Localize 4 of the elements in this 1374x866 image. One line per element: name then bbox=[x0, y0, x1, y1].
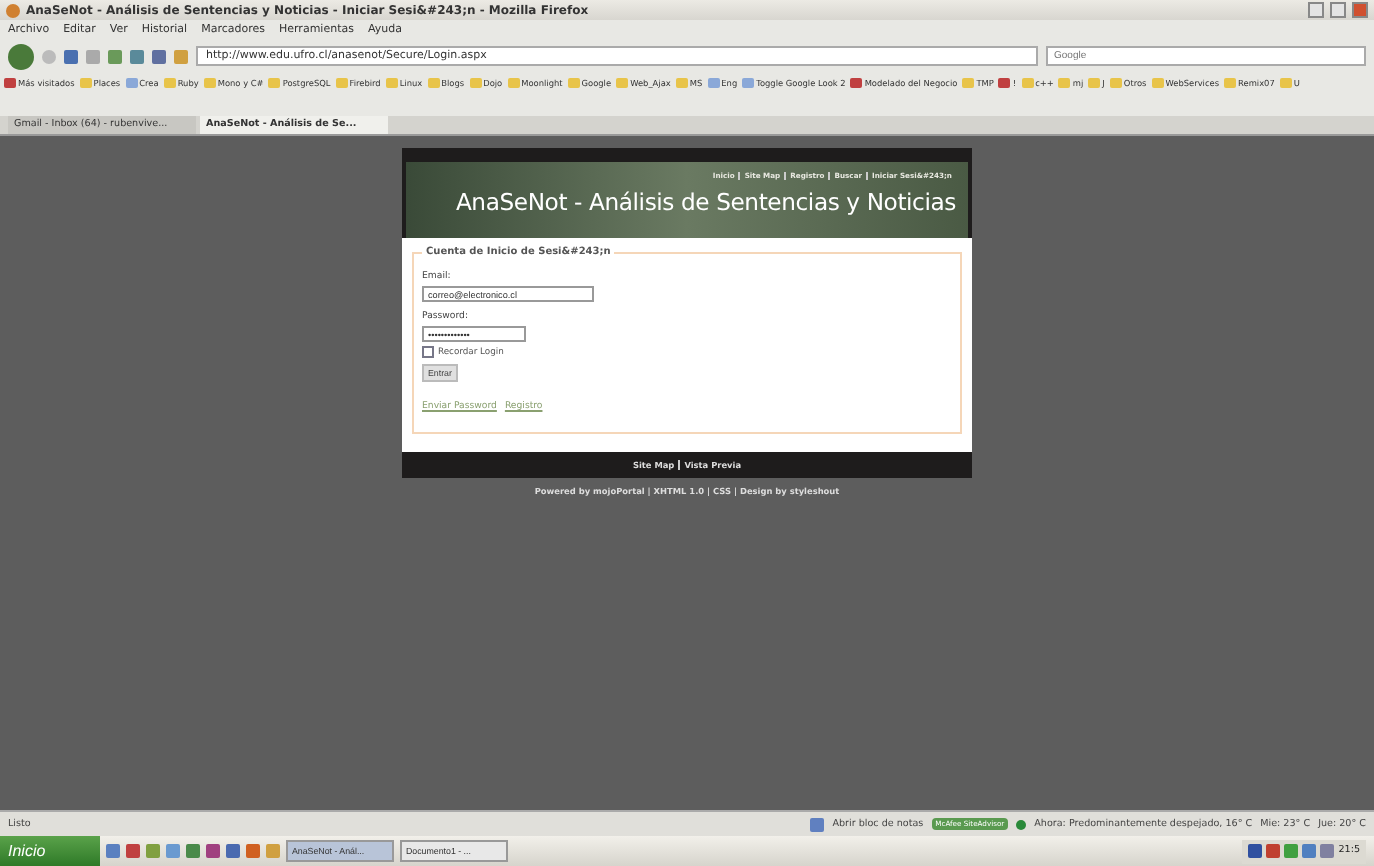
site-title: AnaSeNot - Análisis de Sentencias y Noticias bbox=[455, 188, 956, 216]
remember-checkbox[interactable] bbox=[422, 346, 434, 358]
start-button[interactable]: Inicio bbox=[0, 836, 100, 866]
weather-dot-icon bbox=[1016, 819, 1027, 829]
